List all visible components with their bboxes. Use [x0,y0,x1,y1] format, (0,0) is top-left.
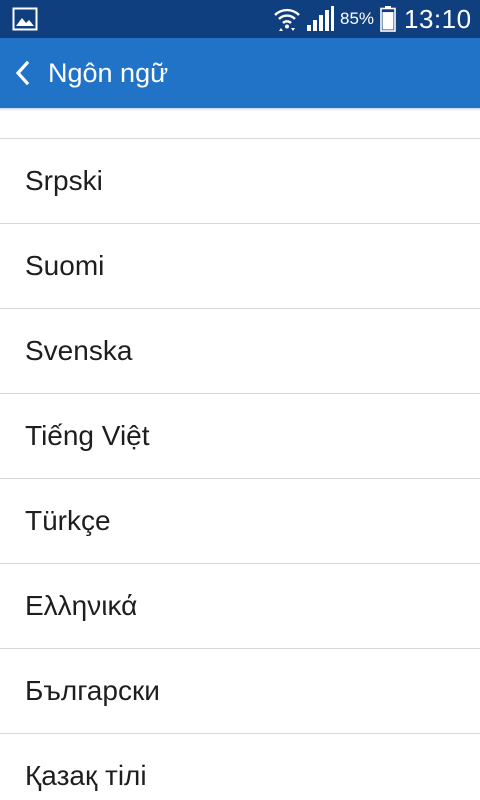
image-icon [12,7,38,31]
language-item-suomi[interactable]: Suomi [0,224,480,309]
battery-percent: 85% [340,9,375,28]
chevron-left-icon [15,60,30,86]
language-item-balgarski[interactable]: Български [0,649,480,734]
back-button[interactable]: Ngôn ngữ [0,38,180,108]
language-list[interactable]: Srpski Suomi Svenska Tiếng Việt Türkçe Ε… [0,111,480,800]
clock: 13:10 [404,4,472,34]
page-title: Ngôn ngữ [48,58,169,88]
status-bar: 85% 13:10 [0,0,480,38]
language-item-turkce[interactable]: Türkçe [0,479,480,564]
language-item-srpski[interactable]: Srpski [0,139,480,224]
list-top-partial-row [0,111,480,139]
wifi-icon [274,8,300,31]
language-item-tieng-viet[interactable]: Tiếng Việt [0,394,480,479]
battery-icon [380,6,396,32]
language-item-kazakh[interactable]: Қазақ тілі [0,734,480,800]
language-item-ellinika[interactable]: Ελληνικά [0,564,480,649]
app-bar: Ngôn ngữ [0,38,480,108]
language-item-svenska[interactable]: Svenska [0,309,480,394]
signal-icon [307,6,334,31]
